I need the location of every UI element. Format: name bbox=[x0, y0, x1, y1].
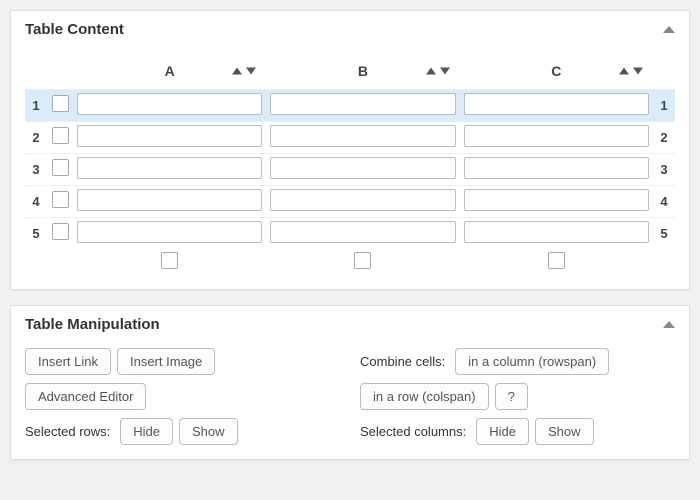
sort-desc-icon[interactable] bbox=[633, 67, 643, 74]
table-row: 33 bbox=[25, 153, 675, 185]
column-checkbox-row bbox=[25, 249, 675, 275]
row-checkbox[interactable] bbox=[52, 95, 69, 112]
col-head-b[interactable]: B bbox=[266, 53, 459, 89]
rowspan-button[interactable]: in a column (rowspan) bbox=[455, 348, 609, 375]
show-cols-button[interactable]: Show bbox=[535, 418, 594, 445]
col-head-c[interactable]: C bbox=[460, 53, 653, 89]
cell-input[interactable] bbox=[270, 221, 455, 243]
row-number-right[interactable]: 5 bbox=[653, 217, 675, 249]
help-button[interactable]: ? bbox=[495, 383, 528, 410]
sort-asc-icon[interactable] bbox=[232, 67, 242, 74]
table-content-title: Table Content bbox=[25, 21, 124, 38]
table-cell bbox=[73, 121, 266, 153]
table-cell bbox=[266, 121, 459, 153]
table-cell bbox=[266, 185, 459, 217]
table-manipulation-title: Table Manipulation bbox=[25, 316, 160, 333]
cell-input[interactable] bbox=[464, 93, 649, 115]
table-cell bbox=[460, 153, 653, 185]
col-checkbox-a[interactable] bbox=[161, 252, 178, 269]
row-number-right[interactable]: 2 bbox=[653, 121, 675, 153]
table-manipulation-header[interactable]: Table Manipulation bbox=[11, 306, 689, 343]
row-checkbox-cell bbox=[47, 89, 73, 121]
row-number-right[interactable]: 3 bbox=[653, 153, 675, 185]
table-row: 11 bbox=[25, 89, 675, 121]
row-checkbox-cell bbox=[47, 217, 73, 249]
cell-input[interactable] bbox=[77, 221, 262, 243]
row-checkbox-cell bbox=[47, 185, 73, 217]
row-checkbox[interactable] bbox=[52, 127, 69, 144]
cell-input[interactable] bbox=[464, 221, 649, 243]
col-head-a[interactable]: A bbox=[73, 53, 266, 89]
table-cell bbox=[266, 89, 459, 121]
advanced-editor-button[interactable]: Advanced Editor bbox=[25, 383, 146, 410]
cell-input[interactable] bbox=[77, 189, 262, 211]
hide-rows-button[interactable]: Hide bbox=[120, 418, 173, 445]
table-row: 55 bbox=[25, 217, 675, 249]
row-checkbox-cell bbox=[47, 153, 73, 185]
sort-asc-icon[interactable] bbox=[426, 67, 436, 74]
row-checkbox[interactable] bbox=[52, 223, 69, 240]
show-rows-button[interactable]: Show bbox=[179, 418, 238, 445]
collapse-up-icon[interactable] bbox=[663, 26, 675, 33]
selected-columns-label: Selected columns: bbox=[360, 424, 466, 439]
row-number-left[interactable]: 4 bbox=[25, 185, 47, 217]
table-cell bbox=[460, 121, 653, 153]
collapse-up-icon[interactable] bbox=[663, 321, 675, 328]
cell-input[interactable] bbox=[77, 157, 262, 179]
table-row: 44 bbox=[25, 185, 675, 217]
sort-desc-icon[interactable] bbox=[246, 67, 256, 74]
cell-input[interactable] bbox=[464, 157, 649, 179]
table-cell bbox=[73, 89, 266, 121]
row-number-right[interactable]: 4 bbox=[653, 185, 675, 217]
cell-input[interactable] bbox=[464, 189, 649, 211]
table-manipulation-body: Insert Link Insert Image Combine cells: … bbox=[11, 343, 689, 459]
hide-cols-button[interactable]: Hide bbox=[476, 418, 529, 445]
selected-rows-label: Selected rows: bbox=[25, 424, 110, 439]
col-label: B bbox=[358, 63, 368, 79]
table-content-header[interactable]: Table Content bbox=[11, 11, 689, 48]
table-content-panel: Table Content A B bbox=[10, 10, 690, 290]
table-manipulation-panel: Table Manipulation Insert Link Insert Im… bbox=[10, 305, 690, 460]
column-header-row: A B C bbox=[25, 53, 675, 89]
row-number-left[interactable]: 1 bbox=[25, 89, 47, 121]
table-cell bbox=[266, 153, 459, 185]
table-cell bbox=[266, 217, 459, 249]
table-content-body: A B C bbox=[11, 48, 689, 289]
col-label: C bbox=[551, 63, 561, 79]
col-checkbox-b[interactable] bbox=[354, 252, 371, 269]
table-cell bbox=[73, 153, 266, 185]
table-cell bbox=[460, 89, 653, 121]
table-cell bbox=[73, 185, 266, 217]
row-checkbox-cell bbox=[47, 121, 73, 153]
sort-asc-icon[interactable] bbox=[619, 67, 629, 74]
row-number-right[interactable]: 1 bbox=[653, 89, 675, 121]
table-cell bbox=[460, 217, 653, 249]
row-checkbox[interactable] bbox=[52, 191, 69, 208]
col-label: A bbox=[165, 63, 175, 79]
cell-input[interactable] bbox=[270, 125, 455, 147]
table-cell bbox=[73, 217, 266, 249]
cell-input[interactable] bbox=[270, 189, 455, 211]
cell-input[interactable] bbox=[270, 157, 455, 179]
insert-image-button[interactable]: Insert Image bbox=[117, 348, 215, 375]
row-checkbox[interactable] bbox=[52, 159, 69, 176]
cell-input[interactable] bbox=[77, 125, 262, 147]
sort-desc-icon[interactable] bbox=[440, 67, 450, 74]
cell-input[interactable] bbox=[270, 93, 455, 115]
combine-cells-label: Combine cells: bbox=[360, 354, 445, 369]
cell-input[interactable] bbox=[464, 125, 649, 147]
colspan-button[interactable]: in a row (colspan) bbox=[360, 383, 489, 410]
table-row: 22 bbox=[25, 121, 675, 153]
content-table: A B C bbox=[25, 53, 675, 275]
insert-link-button[interactable]: Insert Link bbox=[25, 348, 111, 375]
row-number-left[interactable]: 3 bbox=[25, 153, 47, 185]
row-number-left[interactable]: 5 bbox=[25, 217, 47, 249]
row-number-left[interactable]: 2 bbox=[25, 121, 47, 153]
table-cell bbox=[460, 185, 653, 217]
col-checkbox-c[interactable] bbox=[548, 252, 565, 269]
cell-input[interactable] bbox=[77, 93, 262, 115]
